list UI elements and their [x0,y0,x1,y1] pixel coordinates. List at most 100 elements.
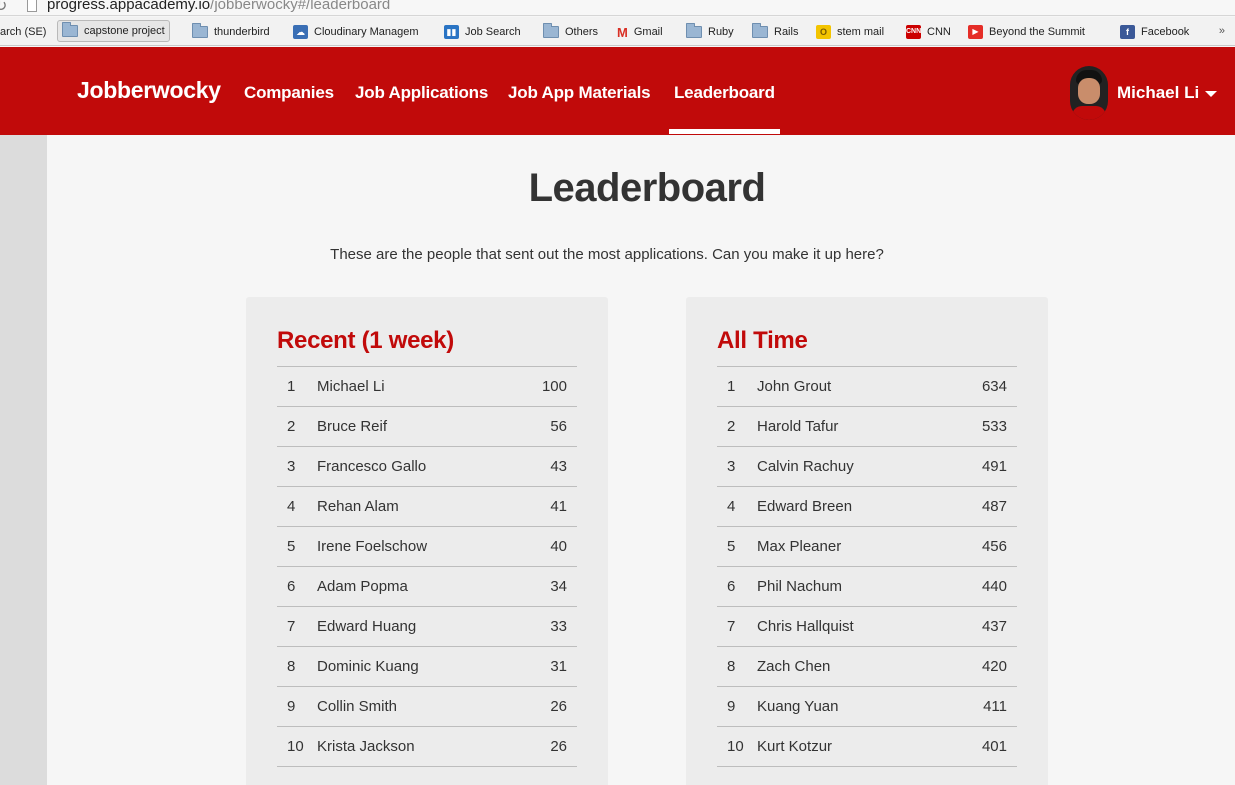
bookmarks-bar: arch (SE) capstone project thunderbird ☁… [0,17,1235,46]
application-count: 487 [981,498,1007,515]
table-row: 9 Collin Smith 26 [277,687,577,727]
bookmark-search[interactable]: arch (SE) [0,23,46,41]
rank: 10 [287,738,304,755]
bookmark-rails[interactable]: Rails [752,23,798,41]
mail-icon: O [816,25,831,39]
application-count: 401 [981,738,1007,755]
bookmark-label: Beyond the Summit [989,26,1085,38]
user-name: Zach Chen [757,658,831,675]
bookmark-capstone-project[interactable]: capstone project [57,20,170,42]
user-name: Michael Li [317,378,385,395]
user-menu-name[interactable]: Michael Li [1117,83,1199,103]
folder-icon [543,23,559,38]
bookmark-cnn[interactable]: CNN CNN [906,23,951,41]
table-row: 3 Francesco Gallo 43 [277,447,577,487]
table-row: 1 John Grout 634 [717,367,1017,407]
bookmark-thunderbird[interactable]: thunderbird [192,23,270,41]
table-row: 8 Zach Chen 420 [717,647,1017,687]
user-name: Rehan Alam [317,498,399,515]
rank: 7 [727,618,736,635]
recent-leaderboard-table: 1 Michael Li 100 2 Bruce Reif 56 3 Francesco … [277,366,577,767]
user-name: Max Pleaner [757,538,842,555]
cnn-icon: CNN [906,25,921,39]
table-row: 6 Adam Popma 34 [277,567,577,607]
avatar-face [1078,78,1100,104]
user-name: Irene Foelschow [317,538,428,555]
user-name: Krista Jackson [317,738,415,755]
user-name: Harold Tafur [757,418,839,435]
bookmark-label: Gmail [633,26,663,38]
app-navbar: Jobberwocky Companies Job Applications J… [0,47,1235,135]
nav-companies[interactable]: Companies [244,83,334,103]
table-row: 1 Michael Li 100 [277,367,577,407]
bookmark-label: stem mail [837,26,885,38]
bookmark-gmail[interactable]: M Gmail [617,23,663,41]
bookmark-label: thunderbird [214,26,270,38]
rank: 3 [727,458,736,475]
folder-icon [686,23,702,38]
table-row: 5 Max Pleaner 456 [717,527,1017,567]
rank: 3 [287,458,296,475]
rank: 7 [287,618,296,635]
bookmark-job-search[interactable]: ▮▮ Job Search [444,23,521,41]
user-name: Edward Huang [317,618,417,635]
application-count: 34 [550,578,567,595]
application-count: 411 [983,698,1007,715]
application-count: 100 [541,378,567,395]
url-text[interactable]: progress.appacademy.io/jobberwocky#/lead… [47,0,390,13]
page-subtitle: These are the people that sent out the m… [330,246,884,263]
user-name: Kurt Kotzur [757,738,833,755]
user-name: Collin Smith [317,698,398,715]
user-name: Bruce Reif [317,418,388,435]
nav-job-applications[interactable]: Job Applications [355,83,488,103]
rank: 8 [727,658,736,675]
gmail-icon: M [617,24,628,40]
folder-icon [62,22,78,37]
brand-logo[interactable]: Jobberwocky [77,77,221,104]
more-bookmarks-button[interactable]: » [1219,25,1225,37]
table-row: 4 Edward Breen 487 [717,487,1017,527]
application-count: 491 [981,458,1007,475]
bookmark-label: Others [565,26,599,38]
bookmark-stem-mail[interactable]: O stem mail [816,23,884,41]
table-row: 6 Phil Nachum 440 [717,567,1017,607]
reload-icon[interactable]: ↻ [0,0,7,16]
rank: 2 [727,418,736,435]
folder-icon [192,23,208,38]
application-count: 33 [550,618,567,635]
rank: 4 [727,498,736,515]
user-name: Phil Nachum [757,578,843,595]
avatar[interactable] [1070,66,1108,120]
bookmark-others[interactable]: Others [543,23,598,41]
all-time-leaderboard-table: 1 John Grout 634 2 Harold Tafur 533 3 Calvin … [717,366,1017,767]
page-title: Leaderboard [528,166,766,210]
bookmark-facebook[interactable]: f Facebook [1120,23,1189,41]
application-count: 26 [550,738,567,755]
browser-url-bar[interactable]: ↻ progress.appacademy.io/jobberwocky#/le… [0,0,1235,16]
cloudinary-icon: ☁ [293,25,308,39]
bookmark-cloudinary[interactable]: ☁ Cloudinary Managem [293,23,419,41]
user-name: Adam Popma [317,578,408,595]
table-row: 10 Kurt Kotzur 401 [717,727,1017,767]
application-count: 40 [550,538,567,555]
side-gutter [0,135,47,785]
rank: 10 [727,738,744,755]
rank: 1 [727,378,736,395]
rank: 1 [287,378,296,395]
bookmark-ruby[interactable]: Ruby [686,23,734,41]
user-name: John Grout [757,378,832,395]
table-row: 5 Irene Foelschow 40 [277,527,577,567]
nav-job-app-materials[interactable]: Job App Materials [508,83,651,103]
rank: 9 [727,698,736,715]
rank: 5 [727,538,736,555]
user-name: Edward Breen [757,498,853,515]
rank: 8 [287,658,296,675]
chevron-down-icon[interactable] [1205,91,1217,97]
nav-leaderboard[interactable]: Leaderboard [669,83,780,134]
application-count: 437 [981,618,1007,635]
table-row: 4 Rehan Alam 41 [277,487,577,527]
bookmark-label: Rails [774,26,799,38]
application-count: 56 [550,418,567,435]
bookmark-beyond-the-summit[interactable]: ▶ Beyond the Summit [968,23,1085,41]
user-name: Kuang Yuan [757,698,839,715]
